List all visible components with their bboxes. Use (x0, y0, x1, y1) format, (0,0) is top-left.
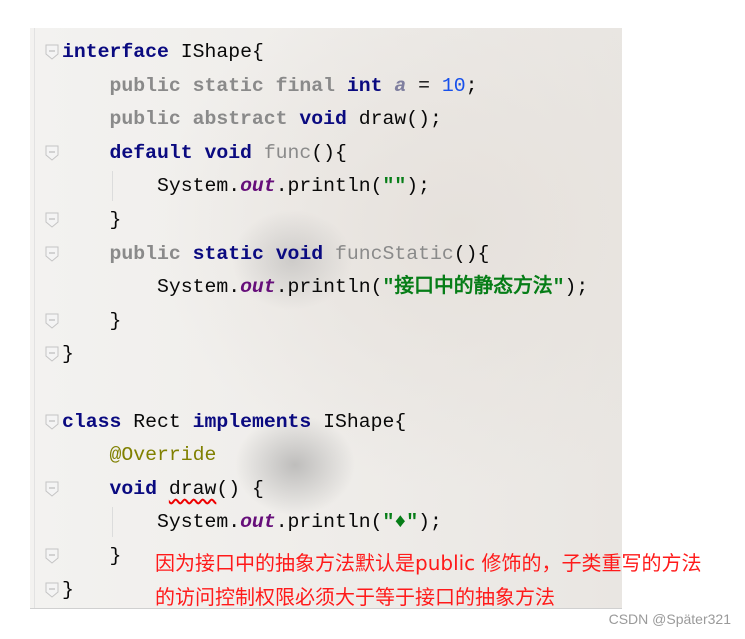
annotation-line-2: 的访问控制权限必须大于等于接口的抽象方法 (155, 585, 555, 609)
code-token: Rect (121, 410, 193, 433)
code-token: System. (62, 511, 241, 534)
code-token: } (62, 309, 122, 332)
code-line[interactable]: } (62, 205, 121, 235)
code-token: () { (216, 477, 264, 500)
annotation-line-1: 因为接口中的抽象方法默认是public 修饰的，子类重写的方法 (155, 551, 702, 575)
fold-toggle-icon[interactable] (45, 481, 59, 497)
indent-guide (111, 171, 113, 201)
fold-toggle-icon[interactable] (45, 145, 59, 161)
code-token: funcStatic (335, 242, 454, 265)
fold-toggle-icon[interactable] (45, 212, 59, 228)
code-token: IShape{ (168, 41, 264, 63)
fold-toggle-icon[interactable] (45, 246, 59, 262)
code-token: public (109, 242, 181, 265)
code-token: static void (192, 242, 324, 265)
code-token: public abstract (109, 108, 288, 131)
fold-toggle-icon[interactable] (45, 548, 59, 564)
code-token: } (62, 578, 74, 601)
code-line[interactable]: System.out.println("♦"); (62, 507, 442, 537)
code-line[interactable]: } (62, 575, 74, 605)
code-token: draw (168, 477, 217, 500)
code-line[interactable]: @Override (62, 440, 216, 470)
code-token: (){ (453, 242, 490, 265)
code-line[interactable]: class Rect implements IShape{ (62, 407, 406, 437)
code-token: class (62, 410, 122, 433)
code-token: out (240, 276, 276, 299)
code-token: ); (564, 276, 589, 299)
fold-toggle-icon[interactable] (45, 582, 59, 598)
code-line[interactable]: public static final int a = 10; (62, 71, 478, 101)
code-token: implements (192, 410, 312, 433)
code-token: System. (62, 276, 241, 299)
fold-toggle-icon[interactable] (45, 346, 59, 363)
code-token: "" (382, 175, 407, 198)
code-line[interactable]: default void func(){ (62, 138, 347, 168)
code-editor[interactable]: interface IShape{ public static final in… (30, 28, 622, 609)
code-token: @Override (109, 444, 217, 467)
code-line[interactable]: System.out.println(""); (62, 171, 430, 201)
code-line[interactable]: } (62, 306, 121, 336)
code-token: (){ (311, 141, 347, 164)
fold-toggle-icon[interactable] (45, 44, 59, 60)
gutter-divider (34, 28, 35, 608)
code-token: default void (109, 141, 252, 164)
code-token: = (406, 74, 442, 97)
code-token: out (240, 175, 276, 198)
code-token: func (263, 141, 312, 164)
watermark: CSDN @Später321 (608, 611, 731, 627)
code-token: .println( (275, 175, 383, 198)
code-line[interactable]: } (62, 339, 74, 369)
code-token: .println( (275, 276, 383, 299)
code-line[interactable]: public abstract void draw(); (62, 104, 442, 134)
code-token: ; (465, 74, 478, 97)
code-token: ); (406, 175, 431, 198)
code-token: IShape{ (311, 410, 407, 433)
code-token: public static final (109, 74, 336, 97)
code-token: } (62, 209, 122, 231)
code-token: void (109, 477, 157, 500)
code-line[interactable]: System.out.println("接口中的静态方法"); (62, 272, 588, 302)
code-line[interactable]: interface IShape{ (62, 37, 264, 67)
indent-guide (111, 507, 113, 537)
code-token: } (62, 545, 122, 567)
code-token: 10 (441, 74, 466, 97)
code-token: out (240, 511, 276, 534)
code-token: interface (62, 41, 169, 63)
code-token: System. (62, 175, 241, 198)
code-token: a (394, 74, 407, 97)
fold-toggle-icon[interactable] (45, 313, 59, 329)
code-line[interactable]: public static void funcStatic(){ (62, 239, 489, 269)
code-line[interactable]: } (62, 541, 121, 571)
code-token: "♦" (382, 511, 419, 534)
code-token: int (346, 74, 383, 97)
fold-toggle-icon[interactable] (45, 414, 59, 430)
code-token: "接口中的静态方法" (382, 276, 565, 299)
code-token: void (299, 108, 347, 131)
code-token: } (62, 343, 74, 366)
code-line[interactable]: void draw() { (62, 474, 264, 504)
code-token: draw(); (346, 108, 442, 131)
code-token: .println( (275, 511, 383, 534)
code-token: ); (418, 511, 442, 534)
